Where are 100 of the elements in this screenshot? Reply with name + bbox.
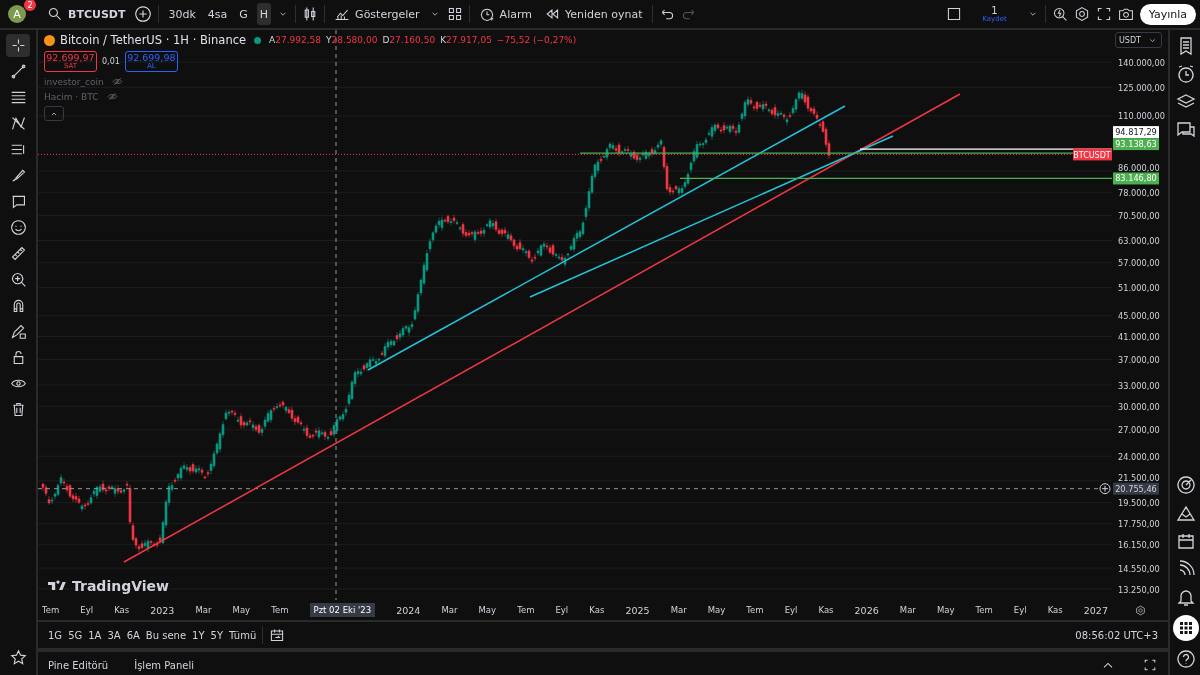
crosshair-icon[interactable] (6, 34, 30, 57)
indicators-button[interactable]: Göstergeler (331, 3, 423, 25)
maximize-icon[interactable] (1142, 657, 1158, 673)
time-label: Eyl (555, 605, 569, 615)
time-label: Tem (746, 605, 764, 615)
time-label: Eyl (1013, 605, 1027, 615)
panel-tab[interactable]: İşlem Paneli (134, 659, 194, 671)
price-label: 83.146,80 (1113, 172, 1159, 185)
settings-icon[interactable] (1134, 604, 1146, 616)
price-tick: 70.500,00 (1118, 210, 1160, 221)
range-button[interactable]: 5Y (210, 629, 224, 641)
range-button[interactable]: 1Y (192, 629, 205, 641)
eye-hidden-icon[interactable] (106, 91, 118, 103)
price-tick: 30.000,00 (1118, 401, 1160, 412)
time-label: Tem (42, 605, 60, 615)
market-open-icon (254, 36, 262, 44)
time-label: 2027 (1083, 604, 1108, 616)
price-tick: 33.000,00 (1118, 380, 1160, 391)
price-tick: 78.000,00 (1118, 188, 1160, 199)
bell-icon[interactable] (1176, 587, 1196, 607)
fullscreen-icon[interactable] (1095, 6, 1112, 22)
time-label: Tem (517, 605, 535, 615)
price-label: 93.138,63 (1113, 138, 1159, 151)
alarm-clock-icon[interactable] (1176, 64, 1196, 84)
time-label: 2023 (150, 604, 175, 616)
time-label: Kas (114, 605, 130, 615)
panel-tab[interactable]: Pine Editörü (48, 659, 109, 671)
time-label: Tem (271, 605, 289, 615)
interval-button[interactable]: H (256, 3, 272, 25)
price-tick: 37.000,00 (1118, 354, 1160, 365)
chat-icon[interactable] (1176, 120, 1196, 140)
time-axis[interactable]: Tem Eyl Kas 2023 Mar May Tem Pzt 02 Eki '23 2024 Mar May Tem Eyl Kas 2025 Mar May Tem Eyl Kas 2026 Mar May Tem Eyl Kas 2027 (38, 600, 1112, 620)
price-tick: 51.000,00 (1118, 283, 1160, 294)
price-tick: 21.500,00 (1118, 473, 1160, 484)
time-label: Kas (818, 605, 834, 615)
apps-grid-icon[interactable] (1173, 615, 1199, 641)
publish-button[interactable]: Yayınla (1139, 3, 1196, 25)
alarm-clock-icon (478, 6, 495, 22)
price-tick: 13.250,00 (1118, 584, 1160, 595)
spread-value: 0,01 (102, 57, 120, 67)
symbol-search-button[interactable]: BTCUSDT (44, 3, 129, 25)
range-button[interactable]: 1A (88, 629, 102, 641)
rewind-icon (544, 6, 560, 22)
eye-hidden-icon[interactable] (111, 76, 123, 88)
time-label: 2024 (396, 604, 421, 616)
time-label: Mar (195, 605, 212, 615)
ohlc-value: A27.992,58 (269, 35, 322, 45)
price-change: −75,52 (−0,27%) (496, 35, 577, 45)
calendar-icon[interactable] (1176, 531, 1196, 551)
range-button[interactable]: 1G (48, 629, 63, 641)
quick-search-icon[interactable] (1051, 6, 1068, 22)
price-tick: 17.750,00 (1118, 519, 1160, 530)
alert-button[interactable]: Alarm (475, 3, 535, 25)
range-button[interactable]: Tümü (229, 629, 257, 641)
price-tick: 41.000,00 (1118, 332, 1160, 342)
camera-icon[interactable] (1117, 6, 1134, 22)
clock-time[interactable]: 08:56:02 UTC+3 (1075, 629, 1158, 641)
square-icon[interactable] (946, 6, 963, 22)
price-tick: 63.000,00 (1118, 236, 1160, 246)
time-label: Kas (1047, 605, 1063, 615)
time-label: May (232, 605, 251, 615)
interval-button[interactable]: 30dk (165, 3, 199, 25)
replay-button[interactable]: Yeniden oynat (541, 3, 646, 25)
range-button[interactable]: 6A (126, 629, 140, 641)
range-button[interactable]: 3A (107, 629, 121, 641)
price-tick: 19.500,00 (1118, 498, 1160, 509)
ohlc-value: Y28.580,00 (326, 35, 378, 45)
time-label: Kas (589, 605, 605, 615)
range-button[interactable]: Bu sene (145, 629, 187, 641)
range-button[interactable]: 5G (68, 629, 83, 641)
time-label: Mar (899, 605, 916, 615)
add-symbol-icon[interactable] (134, 5, 153, 23)
search-icon (47, 6, 63, 22)
logo-icon (48, 580, 68, 592)
price-label: 94.817,29 (1113, 126, 1159, 139)
price-tick: 86.000,00 (1118, 162, 1160, 173)
layout-grid-icon[interactable] (446, 6, 463, 22)
help-icon[interactable] (1176, 649, 1196, 669)
symbol-price-label: BTCUSDT (1073, 148, 1112, 161)
interval-button[interactable]: 4sa (204, 3, 231, 25)
time-label: Tem (975, 605, 993, 615)
price-tick: 140.000,00 (1118, 57, 1165, 68)
interval-button[interactable]: G (236, 3, 251, 25)
ohlc-value: K27.917,05 (440, 35, 492, 45)
crosshair-price-label: 20.755,46 (1113, 482, 1159, 495)
notification-badge: 2 (24, 0, 36, 11)
add-icon[interactable] (1099, 483, 1111, 495)
time-label: Mar (670, 605, 687, 615)
crosshair-date-label: Pzt 02 Eki '23 (309, 603, 376, 617)
price-tick: 16.150,00 (1118, 540, 1160, 551)
price-tick: 110.000,00 (1118, 111, 1165, 122)
settings-icon[interactable] (1073, 6, 1090, 22)
target-icon[interactable] (1176, 475, 1196, 495)
time-label: May (478, 605, 497, 615)
symbol-title[interactable]: Bitcoin / TetherUS · 1H · Binance (60, 33, 247, 47)
currency-dropdown[interactable]: USDT (1115, 32, 1162, 48)
time-label: May (707, 605, 726, 615)
bitcoin-icon (44, 34, 55, 46)
calendar-icon[interactable] (269, 627, 286, 643)
price-tick: 57.000,00 (1118, 258, 1160, 269)
